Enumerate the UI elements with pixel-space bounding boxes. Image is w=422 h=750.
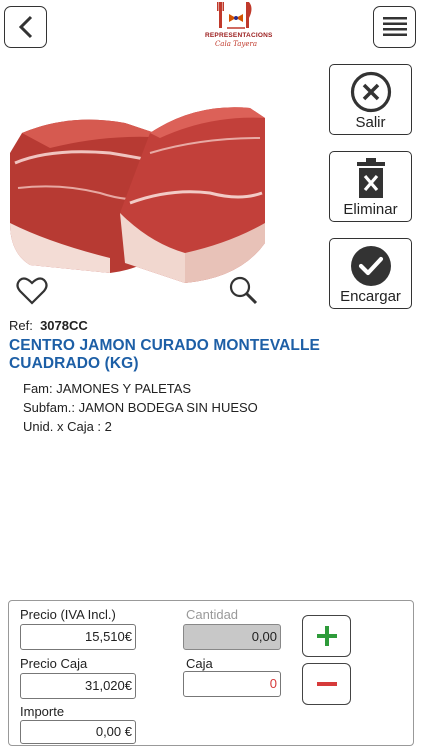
box-quantity-input[interactable]: 0 bbox=[183, 671, 281, 697]
units-per-box: Unid. x Caja : 2 bbox=[23, 419, 112, 434]
exit-button[interactable]: Salir bbox=[329, 64, 412, 135]
order-button[interactable]: Encargar bbox=[329, 238, 412, 309]
chevron-left-icon bbox=[18, 15, 32, 39]
delete-button-label: Eliminar bbox=[343, 201, 398, 218]
order-button-label: Encargar bbox=[340, 288, 401, 305]
box-label: Caja bbox=[186, 656, 213, 671]
heart-favorite-icon[interactable] bbox=[16, 276, 48, 306]
plus-icon bbox=[316, 626, 337, 646]
brand-logo: REPRESENTACIONS Cala Tayera bbox=[205, 0, 273, 52]
box-price-label: Precio Caja bbox=[20, 656, 88, 671]
order-calculator-panel: Precio (IVA Incl.) 15,510€ Cantidad 0,00… bbox=[8, 600, 414, 746]
ref-value: 3078CC bbox=[40, 318, 88, 333]
trash-icon bbox=[356, 158, 385, 198]
close-circle-icon bbox=[350, 71, 391, 113]
hamburger-menu-icon bbox=[382, 17, 407, 36]
product-subfamily: Subfam.: JAMON BODEGA SIN HUESO bbox=[23, 400, 258, 415]
product-title: CENTRO JAMON CURADO MONTEVALLE CUADRADO … bbox=[9, 337, 320, 372]
increment-button[interactable] bbox=[302, 615, 351, 657]
quantity-label: Cantidad bbox=[186, 607, 239, 622]
cutlery-logo-icon bbox=[217, 2, 252, 29]
magnifier-zoom-icon[interactable] bbox=[228, 275, 258, 305]
product-image bbox=[10, 107, 265, 284]
product-ref: Ref: 3078CC bbox=[9, 318, 88, 333]
product-family: Fam: JAMONES Y PALETAS bbox=[23, 381, 192, 396]
price-field[interactable]: 15,510€ bbox=[20, 624, 136, 650]
delete-button[interactable]: Eliminar bbox=[329, 151, 412, 222]
back-button[interactable] bbox=[4, 6, 47, 48]
minus-icon bbox=[316, 682, 337, 686]
total-field: 0,00 € bbox=[20, 720, 136, 744]
logo-text-line1: REPRESENTACIONS bbox=[205, 32, 273, 39]
logo-text-line2: Cala Tayera bbox=[214, 40, 258, 48]
exit-button-label: Salir bbox=[355, 114, 386, 131]
quantity-field: 0,00 bbox=[183, 624, 281, 650]
check-circle-icon bbox=[350, 246, 391, 286]
decrement-button[interactable] bbox=[302, 663, 351, 705]
box-price-field[interactable]: 31,020€ bbox=[20, 673, 136, 699]
menu-button[interactable] bbox=[373, 6, 416, 48]
price-label: Precio (IVA Incl.) bbox=[20, 607, 116, 622]
ref-label: Ref: bbox=[9, 318, 33, 333]
total-label: Importe bbox=[20, 704, 65, 719]
